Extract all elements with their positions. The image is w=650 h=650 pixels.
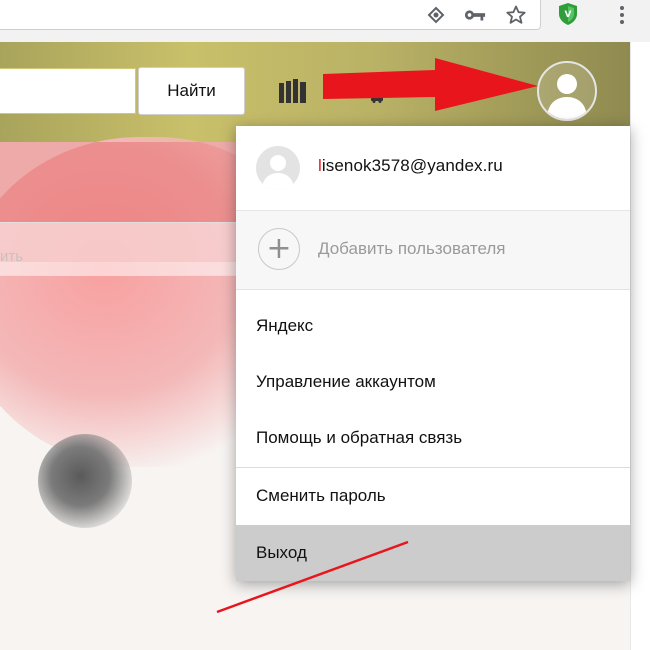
find-button[interactable]: Найти <box>138 67 245 115</box>
account-avatar <box>256 146 300 190</box>
menu-item-yandex[interactable]: Яндекс <box>236 298 630 354</box>
books-icon[interactable] <box>279 79 307 103</box>
menu-item-label: Выход <box>256 543 307 562</box>
account-dropdown-menu: lisenok3578@yandex.ru + Добавить пользов… <box>236 126 630 581</box>
menu-item-change-password[interactable]: Сменить пароль <box>236 468 630 524</box>
current-account[interactable]: lisenok3578@yandex.ru <box>236 126 630 210</box>
browser-toolbar: V <box>0 0 650 42</box>
shield-extension-icon[interactable]: V <box>557 2 579 26</box>
user-silhouette-icon <box>262 155 294 190</box>
account-email: lisenok3578@yandex.ru <box>318 156 503 176</box>
star-icon[interactable] <box>505 4 527 26</box>
background-decoration <box>38 434 132 528</box>
user-silhouette-icon <box>547 74 587 119</box>
car-icon[interactable] <box>370 90 384 103</box>
background-band <box>0 222 240 276</box>
menu-item-manage-account[interactable]: Управление аккаунтом <box>236 354 630 410</box>
menu-item-label: Яндекс <box>256 316 314 335</box>
account-email-rest: isenok3578@yandex.ru <box>321 156 503 175</box>
add-user-label: Добавить пользователя <box>318 239 506 258</box>
account-avatar-button[interactable] <box>537 61 597 121</box>
add-user-button[interactable]: + Добавить пользователя <box>236 210 630 290</box>
plus-icon: + <box>258 228 300 270</box>
search-input[interactable] <box>0 68 136 114</box>
menu-item-label: Помощь и обратная связь <box>256 428 463 447</box>
menu-item-label: Сменить пароль <box>256 486 386 505</box>
menu-item-label: Управление аккаунтом <box>256 372 436 391</box>
translate-icon[interactable] <box>425 4 447 26</box>
address-bar[interactable] <box>0 0 541 30</box>
page-scroll-gutter <box>630 42 650 650</box>
svg-text:V: V <box>565 10 572 20</box>
background-text: ить <box>0 248 24 265</box>
menu-dots-icon[interactable] <box>612 2 632 28</box>
key-icon[interactable] <box>464 4 486 26</box>
menu-item-logout[interactable]: Выход <box>236 525 630 581</box>
menu-item-help[interactable]: Помощь и обратная связь <box>236 410 630 466</box>
